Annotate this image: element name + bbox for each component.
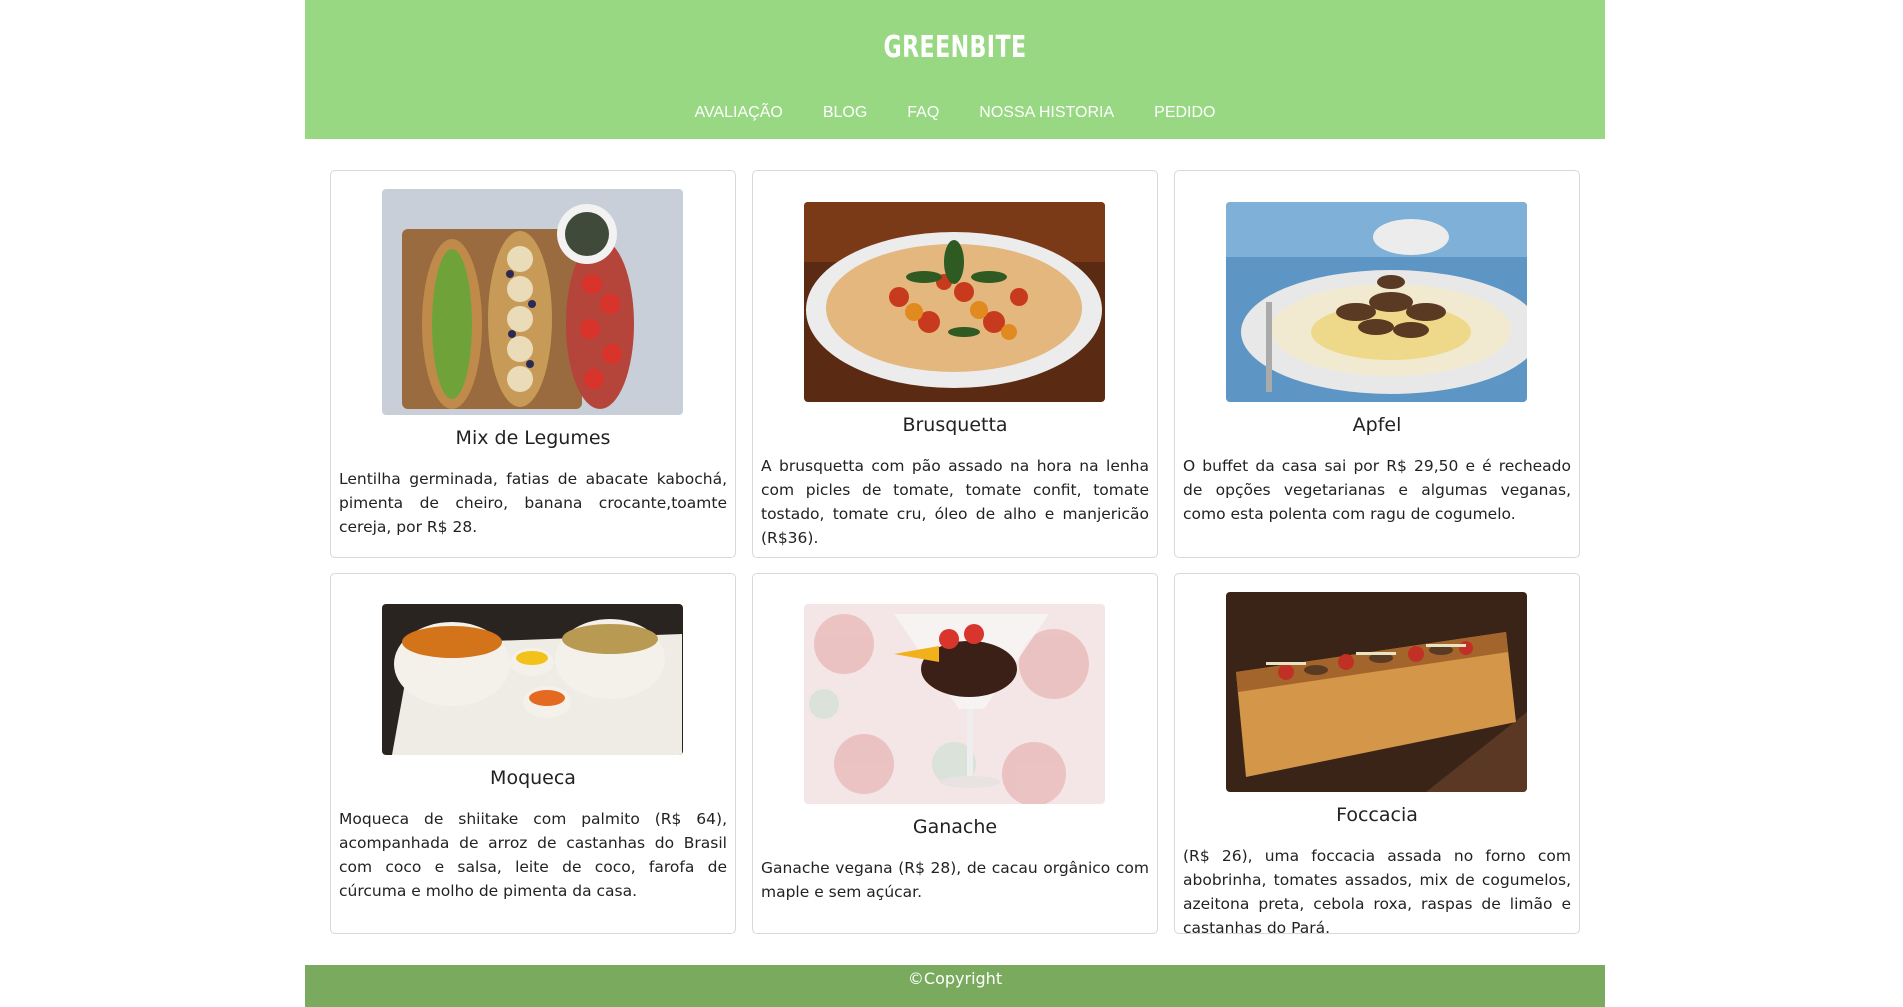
dish-card: Moqueca Moqueca de shiitake com palmito … (330, 573, 736, 934)
dish-image-ganache (804, 604, 1105, 804)
dish-title: Apfel (1352, 414, 1402, 436)
nav-link-avaliacao[interactable]: AVALIAÇÃO (674, 104, 802, 122)
dish-card: Mix de Legumes Lentilha germinada, fatia… (330, 170, 736, 558)
dish-title: Ganache (912, 816, 998, 838)
dish-card: Ganache Ganache vegana (R$ 28), de cacau… (752, 573, 1158, 934)
dish-image-mix-legumes (382, 189, 683, 415)
dish-description: Moqueca de shiitake com palmito (R$ 64),… (339, 810, 727, 900)
brand-logo[interactable]: GREENBITE (422, 30, 1488, 65)
nav-link-nossa-historia[interactable]: NOSSA HISTORIA (959, 104, 1134, 122)
dish-title: Mix de Legumes (455, 427, 611, 449)
dish-image-apfel (1226, 202, 1527, 402)
dish-image-foccacia (1226, 592, 1527, 792)
dish-image-brusquetta (804, 202, 1105, 402)
dish-title: Foccacia (1336, 804, 1418, 826)
nav-link-blog[interactable]: BLOG (803, 104, 887, 122)
nav-link-pedido[interactable]: PEDIDO (1134, 104, 1235, 122)
dish-description: O buffet da casa sai por R$ 29,50 e é re… (1183, 457, 1571, 523)
dish-card: Apfel O buffet da casa sai por R$ 29,50 … (1174, 170, 1580, 558)
dish-card: Brusquetta A brusquetta com pão assado n… (752, 170, 1158, 558)
dish-title: Moqueca (490, 767, 576, 789)
dish-image-moqueca (382, 604, 683, 755)
dish-description: (R$ 26), uma foccacia assada no forno co… (1183, 847, 1571, 937)
dish-description: Ganache vegana (R$ 28), de cacau orgânic… (761, 859, 1149, 901)
dish-description: Lentilha germinada, fatias de abacate ka… (339, 470, 727, 536)
page: GREENBITE AVALIAÇÃO BLOG FAQ NOSSA HISTO… (305, 0, 1605, 1007)
dish-title: Brusquetta (902, 414, 1008, 436)
nav-link-faq[interactable]: FAQ (887, 104, 959, 122)
dish-card: Foccacia (R$ 26), uma foccacia assada no… (1174, 573, 1580, 937)
site-footer: ©Copyright (305, 965, 1605, 1007)
dish-description: A brusquetta com pão assado na hora na l… (761, 457, 1149, 547)
main-nav: AVALIAÇÃO BLOG FAQ NOSSA HISTORIA PEDIDO (305, 104, 1605, 122)
site-header: GREENBITE AVALIAÇÃO BLOG FAQ NOSSA HISTO… (305, 0, 1605, 139)
